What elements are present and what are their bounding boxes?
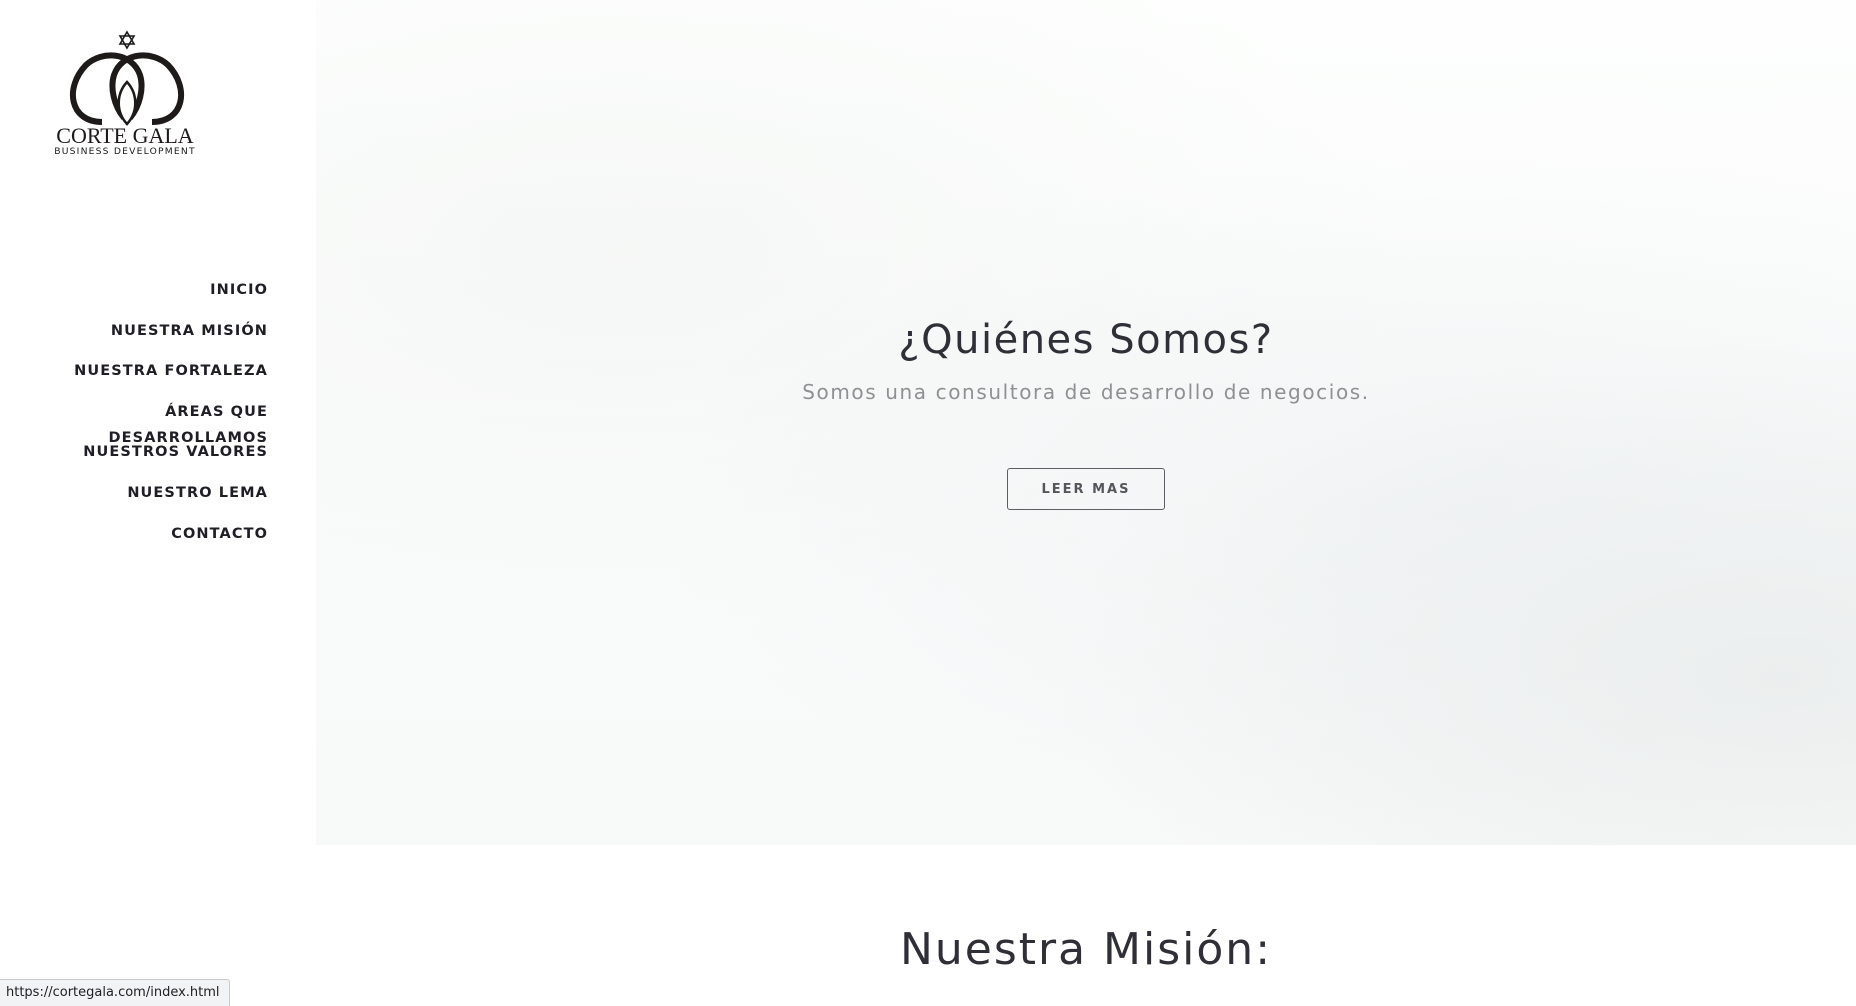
page: CORTE GALA BUSINESS DEVELOPMENT INICIO N… — [0, 0, 1856, 1006]
nav-link-lema[interactable]: NUESTRO LEMA — [127, 485, 268, 501]
brand-tagline: BUSINESS DEVELOPMENT — [54, 146, 196, 157]
nav-item-fortaleza: NUESTRA FORTALEZA — [0, 358, 268, 399]
nav-item-areas: ÁREAS QUE DESARROLLAMOS — [0, 399, 268, 446]
hero-content: ¿Quiénes Somos? Somos una consultora de … — [316, 314, 1856, 510]
interlocked-rings-star-logo: CORTE GALA BUSINESS DEVELOPMENT — [54, 30, 196, 157]
brand-logo[interactable]: CORTE GALA BUSINESS DEVELOPMENT — [40, 30, 260, 190]
leer-mas-button[interactable]: LEER MAS — [1007, 468, 1165, 510]
nav-link-inicio[interactable]: INICIO — [210, 282, 268, 298]
main-nav: INICIO NUESTRA MISIÓN NUESTRA FORTALEZA … — [0, 277, 268, 561]
mission-title: Nuestra Misión: — [899, 924, 1273, 975]
nav-link-contacto[interactable]: CONTACTO — [171, 526, 268, 542]
nav-item-contacto: CONTACTO — [0, 521, 268, 562]
brand-name: CORTE GALA — [56, 123, 194, 148]
nav-item-mision: NUESTRA MISIÓN — [0, 318, 268, 359]
nav-link-valores[interactable]: NUESTROS VALORES — [83, 444, 268, 460]
sidebar: CORTE GALA BUSINESS DEVELOPMENT INICIO N… — [0, 0, 316, 1006]
nav-item-inicio: INICIO — [0, 277, 268, 318]
hero-subtitle: Somos una consultora de desarrollo de ne… — [802, 380, 1370, 404]
hero-title: ¿Quiénes Somos? — [898, 317, 1274, 363]
hero-section: ¿Quiénes Somos? Somos una consultora de … — [316, 0, 1856, 845]
nav-link-fortaleza[interactable]: NUESTRA FORTALEZA — [74, 363, 268, 379]
status-bar-url: https://cortegala.com/index.html — [0, 979, 230, 1006]
nav-item-valores: NUESTROS VALORES — [0, 439, 268, 480]
nav-link-mision[interactable]: NUESTRA MISIÓN — [111, 323, 268, 339]
nav-item-lema: NUESTRO LEMA — [0, 480, 268, 521]
